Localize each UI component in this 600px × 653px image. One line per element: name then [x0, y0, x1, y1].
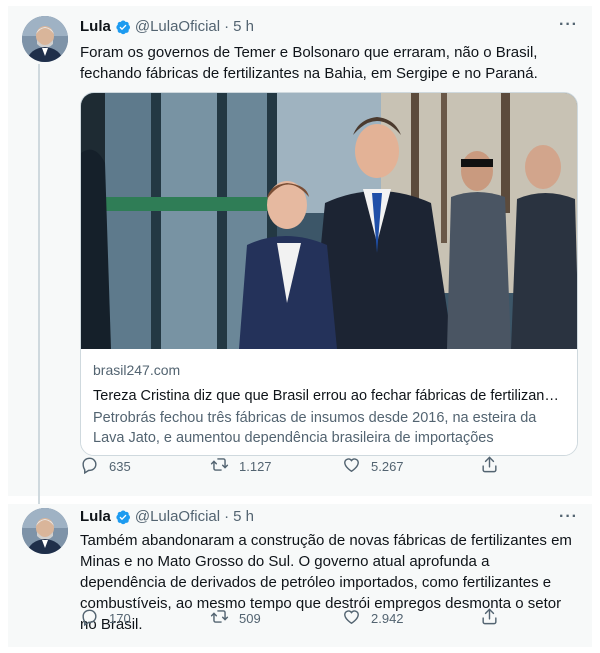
tweet[interactable]: Lula @LulaOficial · 5 h ··· Foram os gov… [8, 6, 592, 504]
tweet[interactable]: Lula @LulaOficial · 5 h ··· Também aband… [8, 504, 592, 647]
share-icon [480, 455, 499, 477]
reply-icon [80, 455, 99, 477]
user-handle[interactable]: @LulaOficial [135, 18, 220, 35]
timestamp[interactable]: 5 h [233, 18, 254, 35]
retweet-icon [210, 607, 229, 629]
card-title[interactable]: Tereza Cristina diz que que Brasil errou… [93, 386, 565, 406]
tweet-header: Lula @LulaOficial · 5 h [80, 508, 254, 525]
share-icon [480, 607, 499, 629]
share-button[interactable] [480, 607, 499, 629]
tweet-text: Foram os governos de Temer e Bolsonaro q… [80, 44, 538, 82]
like-button[interactable]: 5.267 [342, 455, 404, 477]
card-domain: brasil247.com [93, 362, 181, 378]
avatar[interactable] [22, 508, 68, 554]
more-icon[interactable]: ··· [559, 508, 578, 526]
separator-dot: · [224, 18, 230, 35]
like-button[interactable]: 2.942 [342, 607, 404, 629]
retweet-count: 1.127 [239, 458, 272, 474]
tweet-text: Também abandonaram a construção de novas… [80, 532, 572, 633]
timestamp[interactable]: 5 h [233, 508, 254, 525]
avatar[interactable] [22, 16, 68, 62]
verified-badge-icon [115, 509, 131, 525]
retweet-icon [210, 455, 229, 477]
reply-button[interactable]: 170 [80, 607, 131, 629]
card-description: Petrobrás fechou três fábricas de insumo… [93, 410, 537, 446]
reply-button[interactable]: 635 [80, 455, 131, 477]
like-count: 5.267 [371, 458, 404, 474]
user-handle[interactable]: @LulaOficial [135, 508, 220, 525]
like-count: 2.942 [371, 610, 404, 626]
heart-icon [342, 455, 361, 477]
thread-line [38, 64, 40, 504]
reply-count: 635 [109, 458, 131, 474]
display-name[interactable]: Lula [80, 18, 111, 35]
verified-badge-icon [115, 19, 131, 35]
reply-icon [80, 607, 99, 629]
link-card[interactable]: brasil247.com Tereza Cristina diz que qu… [80, 92, 578, 456]
heart-icon [342, 607, 361, 629]
card-image [81, 93, 577, 349]
tweet-header: Lula @LulaOficial · 5 h [80, 18, 254, 35]
retweet-count: 509 [239, 610, 261, 626]
share-button[interactable] [480, 455, 499, 477]
page: Lula @LulaOficial · 5 h ··· Foram os gov… [0, 0, 600, 653]
card-body: brasil247.com Tereza Cristina diz que qu… [81, 349, 577, 455]
reply-count: 170 [109, 610, 131, 626]
display-name[interactable]: Lula [80, 508, 111, 525]
retweet-button[interactable]: 509 [210, 607, 261, 629]
separator-dot: · [224, 508, 230, 525]
more-icon[interactable]: ··· [559, 16, 578, 34]
retweet-button[interactable]: 1.127 [210, 455, 272, 477]
